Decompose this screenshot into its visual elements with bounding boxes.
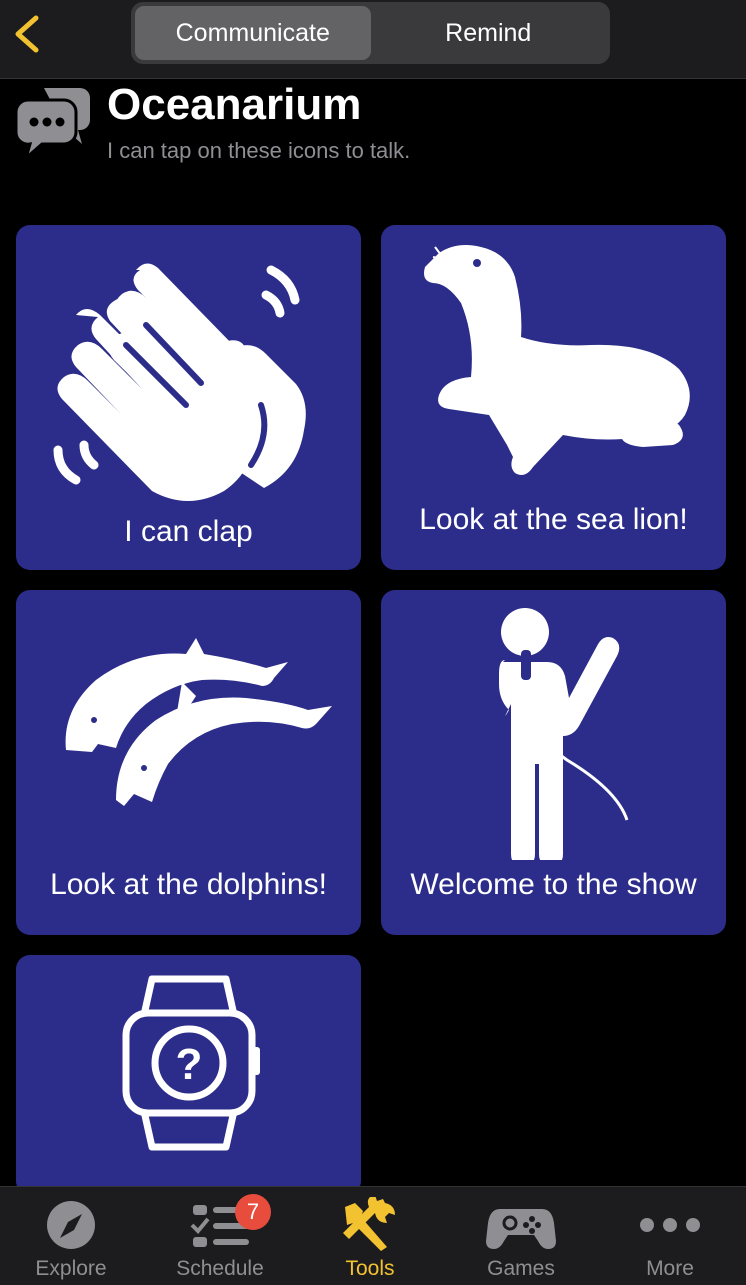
- tile-label: Look at the sea lion!: [419, 503, 688, 536]
- back-button[interactable]: [10, 12, 50, 56]
- chevron-left-icon: [15, 15, 39, 53]
- tab-label: Explore: [35, 1257, 107, 1280]
- tile-label: Welcome to the show: [410, 868, 697, 901]
- speech-bubbles-icon: [14, 88, 90, 160]
- tile-dolphins[interactable]: Look at the dolphins!: [16, 590, 361, 935]
- tab-label: Schedule: [176, 1257, 264, 1280]
- tile-welcome-show[interactable]: Welcome to the show: [381, 590, 726, 935]
- tab-label: Tools: [345, 1257, 395, 1280]
- tile-label: Look at the dolphins!: [50, 868, 327, 901]
- gamepad-icon: [486, 1209, 556, 1249]
- tab-bar: Explore 7 Schedule Tools Games More: [0, 1186, 746, 1285]
- tab-explore[interactable]: Explore: [0, 1187, 146, 1285]
- sea-lion-icon: [424, 245, 690, 475]
- schedule-badge: 7: [235, 1194, 271, 1230]
- tools-icon: [343, 1197, 395, 1251]
- clapping-hands-icon: [53, 263, 306, 501]
- watch-question-icon: ?: [122, 975, 260, 1151]
- tab-label: More: [646, 1257, 694, 1280]
- page-title: Oceanarium: [107, 80, 362, 129]
- segment-communicate[interactable]: Communicate: [135, 6, 371, 60]
- segment-remind[interactable]: Remind: [371, 6, 607, 60]
- svg-text:?: ?: [176, 1040, 203, 1089]
- compass-icon: [47, 1201, 95, 1249]
- tile-sea-lion[interactable]: Look at the sea lion!: [381, 225, 726, 570]
- top-bar: Communicate Remind: [0, 0, 746, 79]
- dolphins-icon: [65, 638, 332, 806]
- tab-more[interactable]: More: [595, 1187, 745, 1285]
- more-dots-icon: [640, 1218, 700, 1232]
- tab-label: Games: [487, 1257, 555, 1280]
- tab-schedule[interactable]: 7 Schedule: [145, 1187, 295, 1285]
- tab-games[interactable]: Games: [446, 1187, 596, 1285]
- tile-watch-question[interactable]: ?: [16, 955, 361, 1195]
- tile-label: I can clap: [124, 515, 253, 548]
- mode-segmented-control: Communicate Remind: [131, 2, 610, 64]
- presenter-icon: [499, 608, 629, 860]
- tab-tools[interactable]: Tools: [295, 1187, 445, 1285]
- tile-i-can-clap[interactable]: I can clap: [16, 225, 361, 570]
- page-subtitle: I can tap on these icons to talk.: [107, 138, 411, 163]
